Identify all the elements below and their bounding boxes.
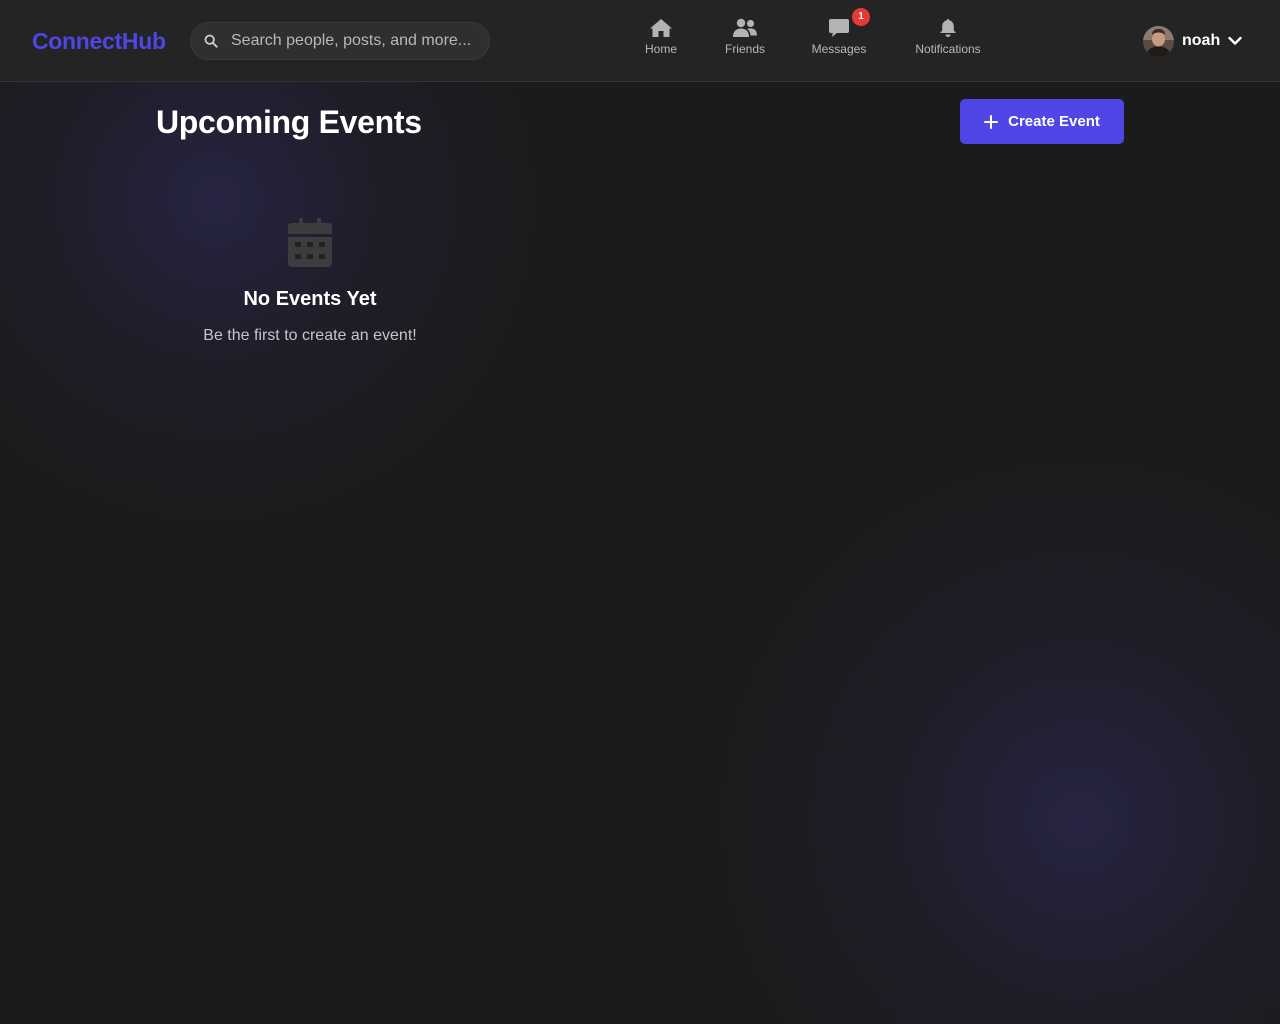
user-menu[interactable]: noah — [1143, 25, 1242, 57]
home-icon — [650, 19, 672, 37]
calendar-icon — [288, 218, 332, 267]
nav-home-label: Home — [644, 42, 677, 56]
search-icon — [204, 34, 218, 48]
avatar[interactable] — [1143, 25, 1174, 57]
empty-state: No Events Yet Be the first to create an … — [160, 218, 460, 345]
page: ConnectHub Home Friends — [0, 0, 1280, 1024]
message-icon-wrap: 1 — [828, 8, 870, 38]
messages-badge: 1 — [852, 8, 870, 26]
nav-home[interactable]: Home — [643, 18, 679, 64]
message-icon — [829, 19, 849, 37]
friends-icon — [733, 18, 757, 37]
nav-messages[interactable]: 1 Messages — [810, 8, 870, 64]
search-box[interactable] — [190, 22, 490, 60]
nav-notifications[interactable]: Notifications — [912, 18, 984, 64]
empty-state-subtitle: Be the first to create an event! — [203, 327, 417, 344]
nav-messages-label: Messages — [811, 42, 867, 56]
logo[interactable]: ConnectHub — [32, 28, 166, 55]
empty-state-title: No Events Yet — [243, 288, 377, 310]
search-input[interactable] — [231, 23, 481, 59]
plus-icon — [984, 114, 999, 129]
nav-friends[interactable]: Friends — [723, 18, 767, 64]
bell-icon — [940, 19, 956, 37]
page-title: Upcoming Events — [156, 104, 422, 140]
create-event-label: Create Event — [1008, 113, 1100, 130]
username: noah — [1182, 32, 1221, 49]
create-event-button[interactable]: Create Event — [960, 99, 1124, 144]
nav-friends-label: Friends — [724, 42, 765, 56]
nav-notifications-label: Notifications — [915, 42, 981, 56]
top-nav-bar: ConnectHub Home Friends — [0, 0, 1280, 82]
chevron-down-icon[interactable] — [1228, 36, 1242, 46]
